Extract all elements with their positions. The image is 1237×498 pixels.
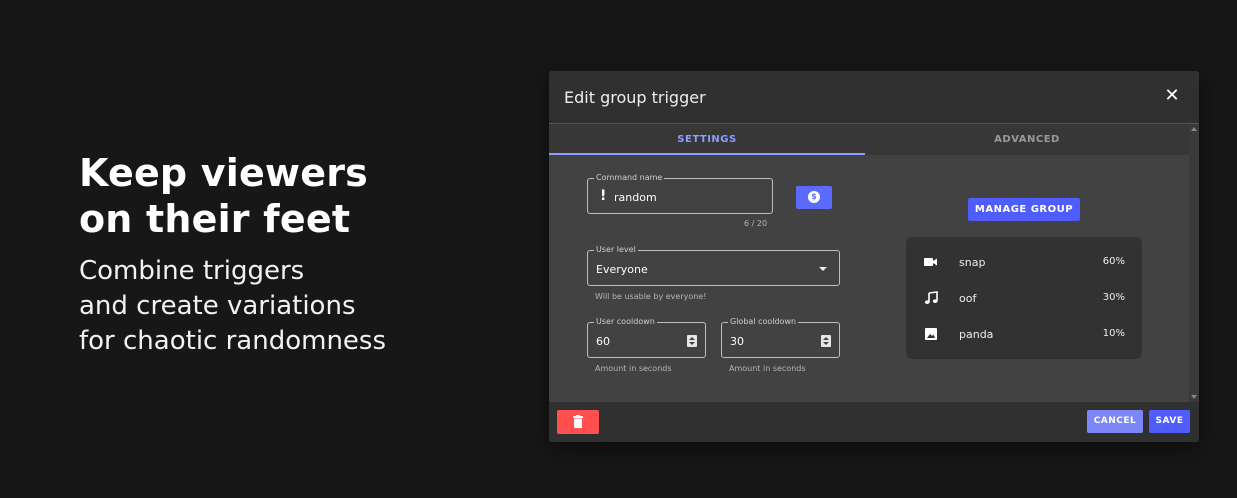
trash-icon xyxy=(573,415,583,428)
user-level-label: User level xyxy=(594,244,638,256)
group-item-percent: 30% xyxy=(1102,292,1125,303)
edit-group-trigger-dialog: Edit group trigger ✕ SETTINGS ADVANCED C… xyxy=(549,71,1199,442)
hero-title: Keep viewers on their feet xyxy=(79,151,368,241)
group-item-name: oof xyxy=(959,292,977,305)
manage-group-button[interactable]: MANAGE GROUP xyxy=(968,198,1080,221)
dialog-header: Edit group trigger ✕ xyxy=(549,71,1199,124)
global-cooldown-label: Global cooldown xyxy=(728,316,799,328)
save-button[interactable]: SAVE xyxy=(1149,410,1190,433)
user-cooldown-helper: Amount in seconds xyxy=(595,364,672,373)
coin-icon: $ xyxy=(808,191,820,203)
global-cooldown-field[interactable]: Global cooldown 30 xyxy=(721,316,840,358)
tab-settings[interactable]: SETTINGS xyxy=(549,124,865,155)
group-item-name: panda xyxy=(959,328,994,341)
music-note-icon xyxy=(924,291,938,304)
command-name-field[interactable]: Command name ! random xyxy=(587,172,773,214)
group-item-percent: 60% xyxy=(1102,256,1125,267)
close-icon[interactable]: ✕ xyxy=(1163,87,1181,105)
tab-bar: SETTINGS ADVANCED xyxy=(549,124,1189,155)
command-prefix: ! xyxy=(600,188,607,204)
hero-subtitle: Combine triggers and create variations f… xyxy=(79,256,387,356)
list-item[interactable]: panda 10% xyxy=(906,316,1142,352)
scroll-up-arrow-icon[interactable] xyxy=(1191,127,1197,131)
image-icon xyxy=(925,328,937,340)
global-cooldown-stepper-icon[interactable] xyxy=(821,335,831,347)
user-level-select[interactable]: User level Everyone xyxy=(587,244,840,286)
cancel-button[interactable]: CANCEL xyxy=(1087,410,1143,433)
list-item[interactable]: snap 60% xyxy=(906,244,1142,280)
global-cooldown-helper: Amount in seconds xyxy=(729,364,806,373)
user-cooldown-stepper-icon[interactable] xyxy=(687,335,697,347)
group-item-name: snap xyxy=(959,256,986,269)
video-icon xyxy=(924,258,937,266)
user-cooldown-field[interactable]: User cooldown 60 xyxy=(587,316,706,358)
group-trigger-list: snap 60% oof 30% panda 10% xyxy=(906,237,1142,359)
user-cooldown-input[interactable]: 60 xyxy=(596,335,610,348)
delete-button[interactable] xyxy=(557,410,599,434)
dialog-title: Edit group trigger xyxy=(564,88,706,107)
global-cooldown-input[interactable]: 30 xyxy=(730,335,744,348)
user-cooldown-label: User cooldown xyxy=(594,316,657,328)
scrollbar[interactable] xyxy=(1189,124,1199,402)
command-name-label: Command name xyxy=(594,172,665,184)
group-item-percent: 10% xyxy=(1102,328,1125,339)
dialog-footer: CANCEL SAVE xyxy=(549,402,1199,442)
scroll-down-arrow-icon[interactable] xyxy=(1191,395,1197,399)
command-name-input[interactable]: random xyxy=(614,191,657,204)
tab-advanced[interactable]: ADVANCED xyxy=(865,124,1189,155)
user-level-helper: Will be usable by everyone! xyxy=(595,292,707,301)
hero: Keep viewers on their feet Combine trigg… xyxy=(79,150,499,359)
command-char-counter: 6 / 20 xyxy=(744,219,768,228)
chevron-down-icon xyxy=(819,267,827,271)
list-item[interactable]: oof 30% xyxy=(906,280,1142,316)
cost-button[interactable]: $ xyxy=(796,186,832,209)
user-level-value: Everyone xyxy=(596,263,648,276)
